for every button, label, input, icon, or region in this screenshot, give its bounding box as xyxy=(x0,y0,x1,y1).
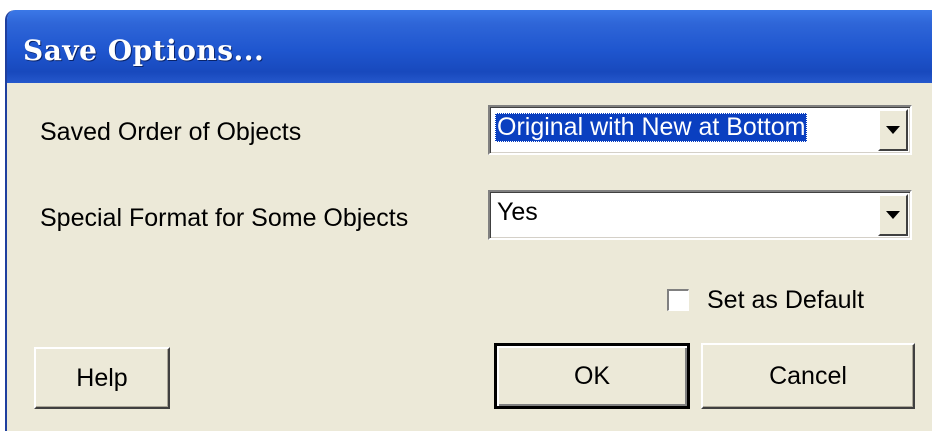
set-as-default-label[interactable]: Set as Default xyxy=(707,286,864,315)
chevron-down-icon xyxy=(886,211,900,219)
cancel-button[interactable]: Cancel xyxy=(701,343,915,409)
help-button-label: Help xyxy=(76,363,128,392)
ok-button[interactable]: OK xyxy=(494,343,690,409)
saved-order-value: Original with New at Bottom xyxy=(495,113,808,142)
dialog-title: Save Options... xyxy=(23,34,265,67)
ok-button-label: OK xyxy=(573,361,611,390)
special-format-dropdown-button[interactable] xyxy=(878,194,908,236)
saved-order-dropdown[interactable]: Original with New at Bottom xyxy=(488,105,912,155)
help-button[interactable]: Help xyxy=(34,347,170,409)
set-as-default-checkbox[interactable] xyxy=(667,289,689,311)
special-format-label: Special Format for Some Objects xyxy=(40,204,409,232)
special-format-value: Yes xyxy=(497,198,538,226)
saved-order-dropdown-button[interactable] xyxy=(878,109,908,151)
chevron-down-icon xyxy=(886,126,900,134)
save-options-dialog: Save Options... Saved Order of Objects O… xyxy=(5,10,932,431)
title-bar[interactable]: Save Options... xyxy=(7,10,932,83)
cancel-button-label: Cancel xyxy=(769,361,847,390)
saved-order-label: Saved Order of Objects xyxy=(40,118,302,146)
special-format-dropdown[interactable]: Yes xyxy=(488,190,912,240)
